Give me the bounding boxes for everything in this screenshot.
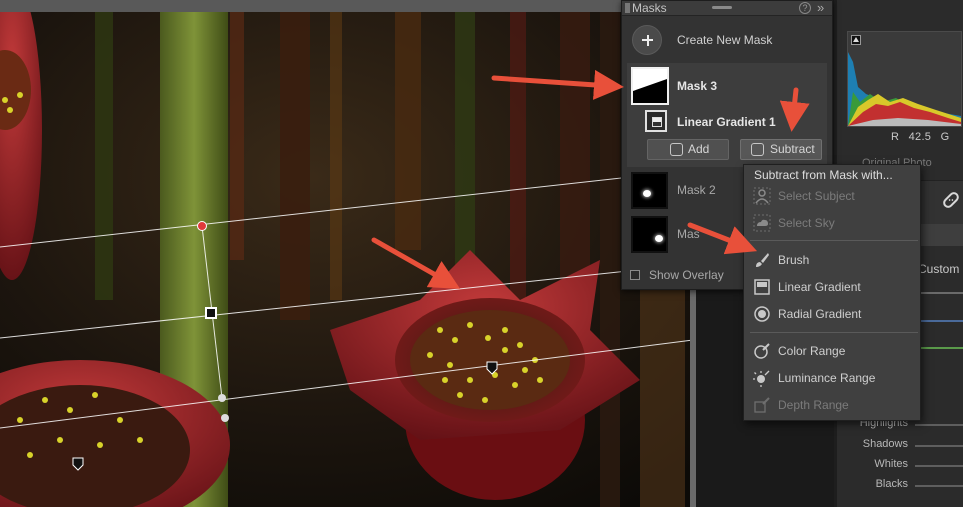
create-mask-label[interactable]: Create New Mask	[677, 33, 772, 47]
tint-slider-track[interactable]	[920, 347, 963, 349]
add-button-label: Add	[688, 142, 710, 156]
custom-profile-label[interactable]: Custom	[918, 262, 959, 276]
linear-gradient-component-icon[interactable]	[645, 110, 667, 132]
panel-divider	[920, 292, 963, 294]
photo-canvas[interactable]	[0, 0, 693, 507]
add-mask-icon	[670, 143, 683, 156]
mask-2-thumbnail[interactable]	[631, 172, 668, 209]
menu-item-label: Brush	[778, 253, 810, 267]
subtract-button-label: Subtract	[770, 142, 815, 156]
menu-item-label: Depth Range	[778, 398, 849, 412]
person-select-icon	[753, 187, 771, 205]
color-range-icon	[753, 342, 771, 360]
subtract-mask-icon	[751, 143, 764, 156]
mask-3-group: Mask 3 Linear Gradient 1 Add Subtract	[627, 63, 827, 167]
masks-panel-title: Masks	[632, 1, 667, 15]
menu-item-linear-gradient[interactable]: Linear Gradient	[752, 276, 918, 298]
whites-label: Whites	[874, 458, 908, 470]
menu-item-luminance-range[interactable]: Luminance Range	[752, 367, 918, 389]
menu-item-label: Radial Gradient	[778, 307, 862, 321]
menu-item-label: Color Range	[778, 344, 846, 358]
r-label: R	[891, 131, 900, 143]
mask-1-label[interactable]: Mas	[677, 227, 700, 241]
menu-item-select-sky[interactable]: Select Sky	[752, 212, 918, 234]
blacks-label: Blacks	[875, 478, 908, 490]
show-overlay-label[interactable]: Show Overlay	[649, 268, 724, 282]
mask-3-thumbnail[interactable]	[631, 67, 669, 105]
subtract-menu-title: Subtract from Mask with...	[754, 168, 893, 182]
mask-1-blob	[655, 235, 663, 242]
subtract-menu: Subtract from Mask with... Select Subjec…	[743, 164, 921, 421]
menu-item-label: Luminance Range	[778, 371, 876, 385]
menu-separator	[750, 332, 918, 333]
canvas-top-strip	[0, 0, 693, 12]
shadow-clipping-icon[interactable]	[851, 35, 861, 45]
menu-item-label: Select Subject	[778, 189, 855, 203]
show-overlay-checkbox[interactable]	[630, 270, 640, 280]
linear-gradient-component-label[interactable]: Linear Gradient 1	[677, 115, 776, 129]
menu-item-depth-range[interactable]: Depth Range	[752, 394, 918, 416]
menu-item-radial-gradient[interactable]: Radial Gradient	[752, 303, 918, 325]
subtract-button[interactable]: Subtract	[740, 139, 822, 160]
g-label: G	[940, 131, 950, 143]
brush-icon	[753, 251, 771, 269]
histogram[interactable]	[847, 31, 962, 127]
menu-item-label: Select Sky	[778, 216, 835, 230]
dock-grip-icon[interactable]	[625, 3, 630, 13]
depth-range-icon	[753, 396, 771, 414]
create-mask-button[interactable]	[632, 25, 662, 55]
whites-slider[interactable]	[915, 465, 963, 467]
menu-separator	[750, 240, 918, 241]
mask-1-thumbnail[interactable]	[631, 216, 668, 253]
r-value: 42.5	[908, 131, 932, 143]
drag-handle-icon[interactable]	[712, 6, 732, 9]
rgb-readout: R 42.5 G	[891, 131, 955, 143]
mask-3-label[interactable]: Mask 3	[677, 79, 717, 93]
shadows-label: Shadows	[862, 438, 908, 450]
mask-2-label[interactable]: Mask 2	[677, 183, 716, 197]
masks-panel-header[interactable]: Masks ? »	[622, 0, 832, 16]
add-button[interactable]: Add	[647, 139, 729, 160]
menu-item-color-range[interactable]: Color Range	[752, 340, 918, 362]
menu-item-label: Linear Gradient	[778, 280, 861, 294]
sky-select-icon	[753, 214, 771, 232]
help-icon[interactable]: ?	[799, 2, 811, 14]
linear-gradient-icon	[753, 278, 771, 296]
radial-gradient-icon	[753, 305, 771, 323]
shadows-slider[interactable]	[915, 445, 963, 447]
temp-slider-track[interactable]	[920, 320, 963, 322]
menu-item-brush[interactable]: Brush	[752, 249, 918, 271]
mask-2-blob	[643, 190, 651, 197]
expand-icon[interactable]: »	[817, 0, 824, 15]
healing-bandage-icon[interactable]	[941, 190, 961, 212]
highlights-slider[interactable]	[915, 424, 963, 426]
create-new-mask-row[interactable]: Create New Mask	[630, 25, 826, 55]
menu-item-select-subject[interactable]: Select Subject	[752, 185, 918, 207]
luminance-range-icon	[753, 369, 771, 387]
blacks-slider[interactable]	[915, 485, 963, 487]
flower-photo[interactable]	[0, 0, 693, 507]
